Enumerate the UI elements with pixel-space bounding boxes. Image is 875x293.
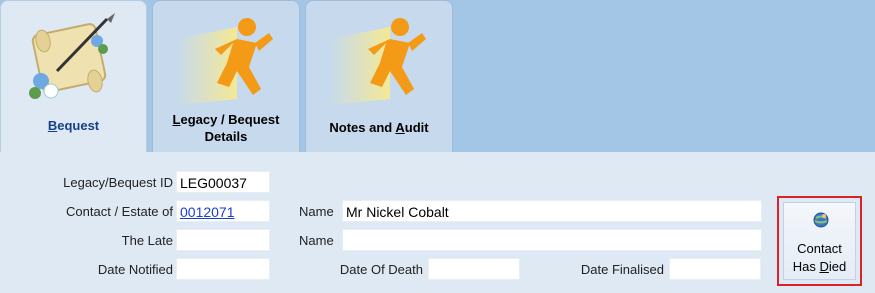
- date-notified-label: Date Notified: [97, 262, 173, 277]
- tab-notes-audit-label: Notes and Audit: [329, 120, 429, 135]
- date-finalised-label: Date Finalised: [580, 262, 664, 277]
- date-of-death-field[interactable]: [428, 258, 520, 280]
- tab-notes-audit[interactable]: Notes and Audit: [305, 0, 453, 152]
- name2-label: Name: [299, 233, 334, 248]
- date-finalised-field[interactable]: [669, 258, 761, 280]
- contact-estate-label: Contact / Estate of: [66, 204, 173, 219]
- legacy-id-label: Legacy/Bequest ID: [63, 175, 173, 190]
- the-late-label: The Late: [121, 233, 173, 248]
- name2-field[interactable]: [342, 229, 762, 251]
- tab-legacy-details[interactable]: Legacy / Bequest Details: [152, 0, 300, 152]
- contact-estate-link[interactable]: 0012071: [176, 200, 270, 222]
- date-notified-field[interactable]: [176, 258, 270, 280]
- tab-bequest-label: Bequest: [47, 118, 100, 133]
- legacy-id-field[interactable]: LEG00037: [176, 171, 270, 193]
- name-label: Name: [299, 204, 334, 219]
- the-late-field[interactable]: [176, 229, 270, 251]
- contact-has-died-button-highlight: Contact Has Died: [777, 196, 862, 286]
- running-man-icon: [177, 18, 273, 105]
- tab-legacy-details-label: Legacy / Bequest Details: [172, 112, 280, 144]
- date-of-death-label: Date Of Death: [339, 262, 423, 277]
- tab-bequest[interactable]: Bequest: [0, 0, 147, 154]
- contact-has-died-label: Contact Has Died: [792, 241, 847, 274]
- running-man-icon: [330, 18, 426, 105]
- contact-has-died-button[interactable]: Contact Has Died: [783, 202, 856, 280]
- globe-person-icon: [813, 212, 829, 228]
- name-field[interactable]: Mr Nickel Cobalt: [342, 200, 762, 222]
- scroll-quill-icon: [29, 13, 115, 99]
